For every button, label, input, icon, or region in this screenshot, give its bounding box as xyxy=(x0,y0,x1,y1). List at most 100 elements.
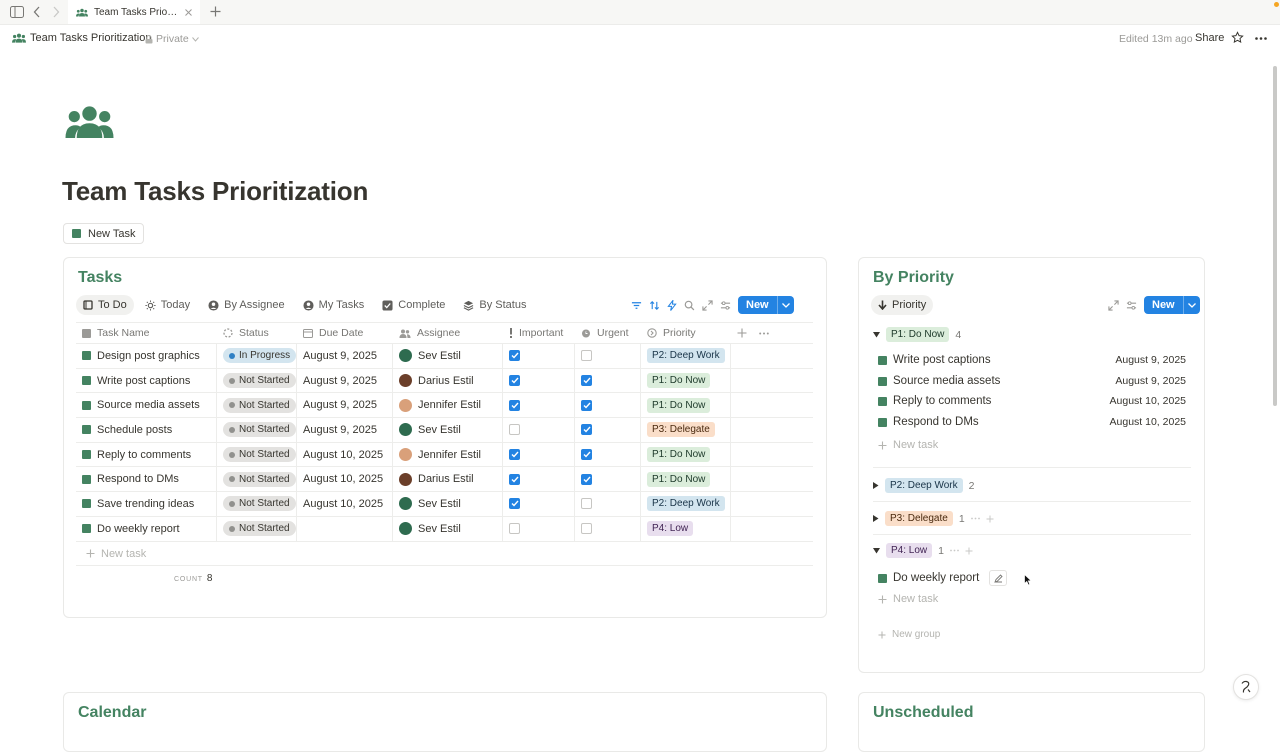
sidebar-toggle-icon[interactable] xyxy=(10,6,24,18)
view-tab-today[interactable]: Today xyxy=(138,295,197,315)
view-tab-my-tasks[interactable]: My Tasks xyxy=(296,295,372,315)
assignee-name[interactable]: Jennifer Estil xyxy=(418,449,481,461)
tasks-new-button[interactable]: New xyxy=(738,296,794,314)
assignee-name[interactable]: Jennifer Estil xyxy=(418,399,481,411)
assignee-name[interactable]: Sev Estil xyxy=(418,350,461,362)
task-name[interactable]: Schedule posts xyxy=(97,424,172,436)
list-item[interactable]: Write post captions August 9, 2025 xyxy=(878,354,1186,366)
table-row[interactable]: Write post captions Not Started August 9… xyxy=(76,368,813,394)
add-property-icon[interactable] xyxy=(737,328,747,338)
task-name[interactable]: Do weekly report xyxy=(97,523,180,535)
important-checkbox[interactable] xyxy=(509,523,520,535)
view-tab-to-do[interactable]: To Do xyxy=(76,295,134,315)
urgent-checkbox[interactable] xyxy=(581,498,592,510)
status-badge[interactable]: Not Started xyxy=(223,422,296,438)
column-header-task-name[interactable]: Task Name xyxy=(76,323,217,343)
due-date[interactable]: August 9, 2025 xyxy=(303,350,377,362)
status-badge[interactable]: Not Started xyxy=(223,471,296,487)
status-badge[interactable]: Not Started xyxy=(223,373,296,389)
urgent-checkbox[interactable] xyxy=(581,399,592,411)
assignee-name[interactable]: Sev Estil xyxy=(418,498,461,510)
important-checkbox[interactable] xyxy=(509,399,520,411)
task-name[interactable]: Source media assets xyxy=(97,399,200,411)
column-header-due-date[interactable]: Due Date xyxy=(297,323,393,343)
search-icon[interactable] xyxy=(684,300,695,311)
plus-icon[interactable] xyxy=(986,515,994,523)
column-header-important[interactable]: Important xyxy=(503,323,575,343)
table-row[interactable]: Do weekly report Not Started Sev Estil P… xyxy=(76,516,813,542)
assignee-name[interactable]: Darius Estil xyxy=(418,375,474,387)
group-p1-new-task[interactable]: New task xyxy=(878,439,938,451)
back-icon[interactable] xyxy=(33,6,41,18)
sort-icon[interactable] xyxy=(649,300,660,311)
page-icon-team[interactable] xyxy=(63,106,116,138)
more-options-icon[interactable] xyxy=(950,549,959,552)
group-p4-header[interactable]: P4: Low 1 xyxy=(873,543,973,558)
urgent-checkbox[interactable] xyxy=(581,449,592,461)
scrollbar[interactable] xyxy=(1273,66,1277,406)
due-date[interactable]: August 9, 2025 xyxy=(303,399,377,411)
assignee-name[interactable]: Sev Estil xyxy=(418,523,461,535)
task-name[interactable]: Save trending ideas xyxy=(97,498,194,510)
view-tab-by-assignee[interactable]: By Assignee xyxy=(201,295,292,315)
plus-icon[interactable] xyxy=(965,547,973,555)
task-name[interactable]: Write post captions xyxy=(97,375,190,387)
urgent-checkbox[interactable] xyxy=(581,424,592,436)
assignee-name[interactable]: Sev Estil xyxy=(418,424,461,436)
chevron-down-icon[interactable] xyxy=(776,296,794,314)
group-p2-header[interactable]: P2: Deep Work 2 xyxy=(873,478,974,493)
priority-new-button[interactable]: New xyxy=(1144,296,1200,314)
automation-bolt-icon[interactable] xyxy=(667,299,677,311)
column-header-priority[interactable]: Priority xyxy=(641,323,731,343)
table-row[interactable]: Respond to DMs Not Started August 10, 20… xyxy=(76,467,813,493)
list-item[interactable]: Source media assets August 9, 2025 xyxy=(878,375,1186,387)
settings-sliders-icon[interactable] xyxy=(1126,300,1137,311)
new-task-row[interactable]: New task xyxy=(76,542,813,567)
filter-icon[interactable] xyxy=(631,300,642,311)
table-count[interactable]: COUNT 8 xyxy=(174,573,212,584)
caret-down-icon[interactable] xyxy=(873,331,880,338)
important-checkbox[interactable] xyxy=(509,473,520,485)
edit-pencil-icon[interactable] xyxy=(989,570,1008,586)
assignee-name[interactable]: Darius Estil xyxy=(418,473,474,485)
page-tab[interactable]: Team Tasks Prioritiza... xyxy=(68,0,200,24)
new-tab-icon[interactable] xyxy=(210,6,221,17)
star-icon[interactable] xyxy=(1231,31,1244,44)
task-name[interactable]: Reply to comments xyxy=(97,449,191,461)
task-name[interactable]: Design post graphics xyxy=(97,350,200,362)
column-header-status[interactable]: Status xyxy=(217,323,297,343)
chevron-down-icon[interactable] xyxy=(1182,296,1200,314)
expand-icon[interactable] xyxy=(1108,299,1119,311)
page-title[interactable]: Team Tasks Prioritization xyxy=(62,176,368,207)
urgent-checkbox[interactable] xyxy=(581,523,592,535)
important-checkbox[interactable] xyxy=(509,375,520,387)
column-header-urgent[interactable]: Urgent xyxy=(575,323,641,343)
more-options-icon[interactable] xyxy=(759,332,769,335)
important-checkbox[interactable] xyxy=(509,498,520,510)
table-row[interactable]: Schedule posts Not Started August 9, 202… xyxy=(76,418,813,443)
group-p1-header[interactable]: P1: Do Now 4 xyxy=(873,327,961,342)
view-tab-complete[interactable]: Complete xyxy=(375,295,452,315)
due-date[interactable]: August 10, 2025 xyxy=(303,449,383,461)
status-badge[interactable]: Not Started xyxy=(223,521,296,537)
view-tab-by-status[interactable]: By Status xyxy=(456,295,533,315)
list-item[interactable]: Do weekly report xyxy=(878,570,1008,586)
status-badge[interactable]: Not Started xyxy=(223,496,296,512)
list-item[interactable]: Respond to DMs August 10, 2025 xyxy=(878,416,1186,428)
help-button[interactable] xyxy=(1233,674,1259,700)
more-options-icon[interactable] xyxy=(970,517,980,520)
close-tab-icon[interactable] xyxy=(185,8,192,16)
column-header-assignee[interactable]: Assignee xyxy=(393,323,503,343)
due-date[interactable]: August 10, 2025 xyxy=(303,473,383,485)
table-row[interactable]: Reply to comments Not Started August 10,… xyxy=(76,442,813,468)
share-button[interactable]: Share xyxy=(1195,32,1224,44)
urgent-checkbox[interactable] xyxy=(581,375,592,387)
urgent-checkbox[interactable] xyxy=(581,350,592,362)
breadcrumb-page[interactable]: Team Tasks Prioritization xyxy=(30,32,151,44)
status-badge[interactable]: Not Started xyxy=(223,397,296,413)
important-checkbox[interactable] xyxy=(509,449,520,461)
table-row[interactable]: Source media assets Not Started August 9… xyxy=(76,393,813,419)
due-date[interactable]: August 9, 2025 xyxy=(303,375,377,387)
caret-right-icon[interactable] xyxy=(873,482,879,489)
caret-down-icon[interactable] xyxy=(873,547,880,554)
